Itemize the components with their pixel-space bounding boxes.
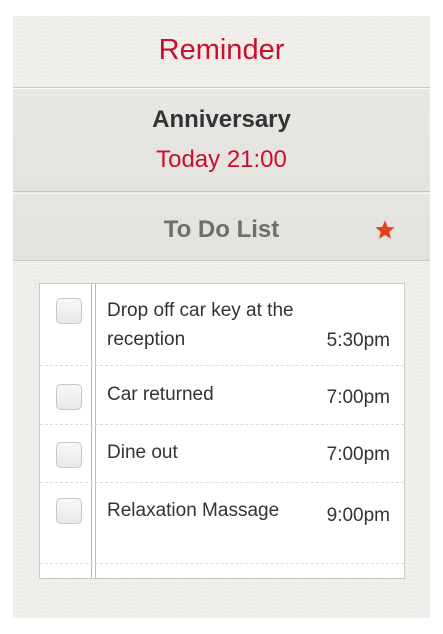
page-title: Reminder xyxy=(158,34,285,66)
header-bar: Reminder xyxy=(13,16,430,88)
item-checkbox[interactable] xyxy=(56,498,82,524)
list-item[interactable]: Relaxation Massage 9:00pm xyxy=(40,483,404,564)
item-time: 9:00pm xyxy=(326,505,390,526)
item-checkbox[interactable] xyxy=(56,442,82,468)
item-time: 5:30pm xyxy=(326,330,390,351)
todo-section-title: To Do List xyxy=(163,216,280,243)
todo-list: Drop off car key at the reception 5:30pm… xyxy=(39,283,405,579)
item-text: Car returned xyxy=(107,384,214,405)
reminder-panel: Reminder Anniversary Today 21:00 To Do L… xyxy=(13,16,430,618)
event-card[interactable]: Anniversary Today 21:00 xyxy=(13,88,430,192)
item-checkbox[interactable] xyxy=(56,384,82,410)
todo-section-header: To Do List xyxy=(13,193,430,261)
event-name: Anniversary xyxy=(152,106,291,133)
event-time: Today 21:00 xyxy=(156,146,287,173)
list-item[interactable]: Drop off car key at the reception 5:30pm xyxy=(40,284,404,366)
star-icon[interactable] xyxy=(374,219,396,241)
item-text: Drop off car key at the reception xyxy=(107,300,294,350)
item-time: 7:00pm xyxy=(326,387,390,408)
item-time: 7:00pm xyxy=(326,444,390,465)
item-text: Dine out xyxy=(107,442,178,463)
list-item[interactable]: Car returned 7:00pm xyxy=(40,366,404,425)
list-item[interactable]: Dine out 7:00pm xyxy=(40,425,404,483)
item-checkbox[interactable] xyxy=(56,298,82,324)
item-text: Relaxation Massage xyxy=(107,500,280,521)
